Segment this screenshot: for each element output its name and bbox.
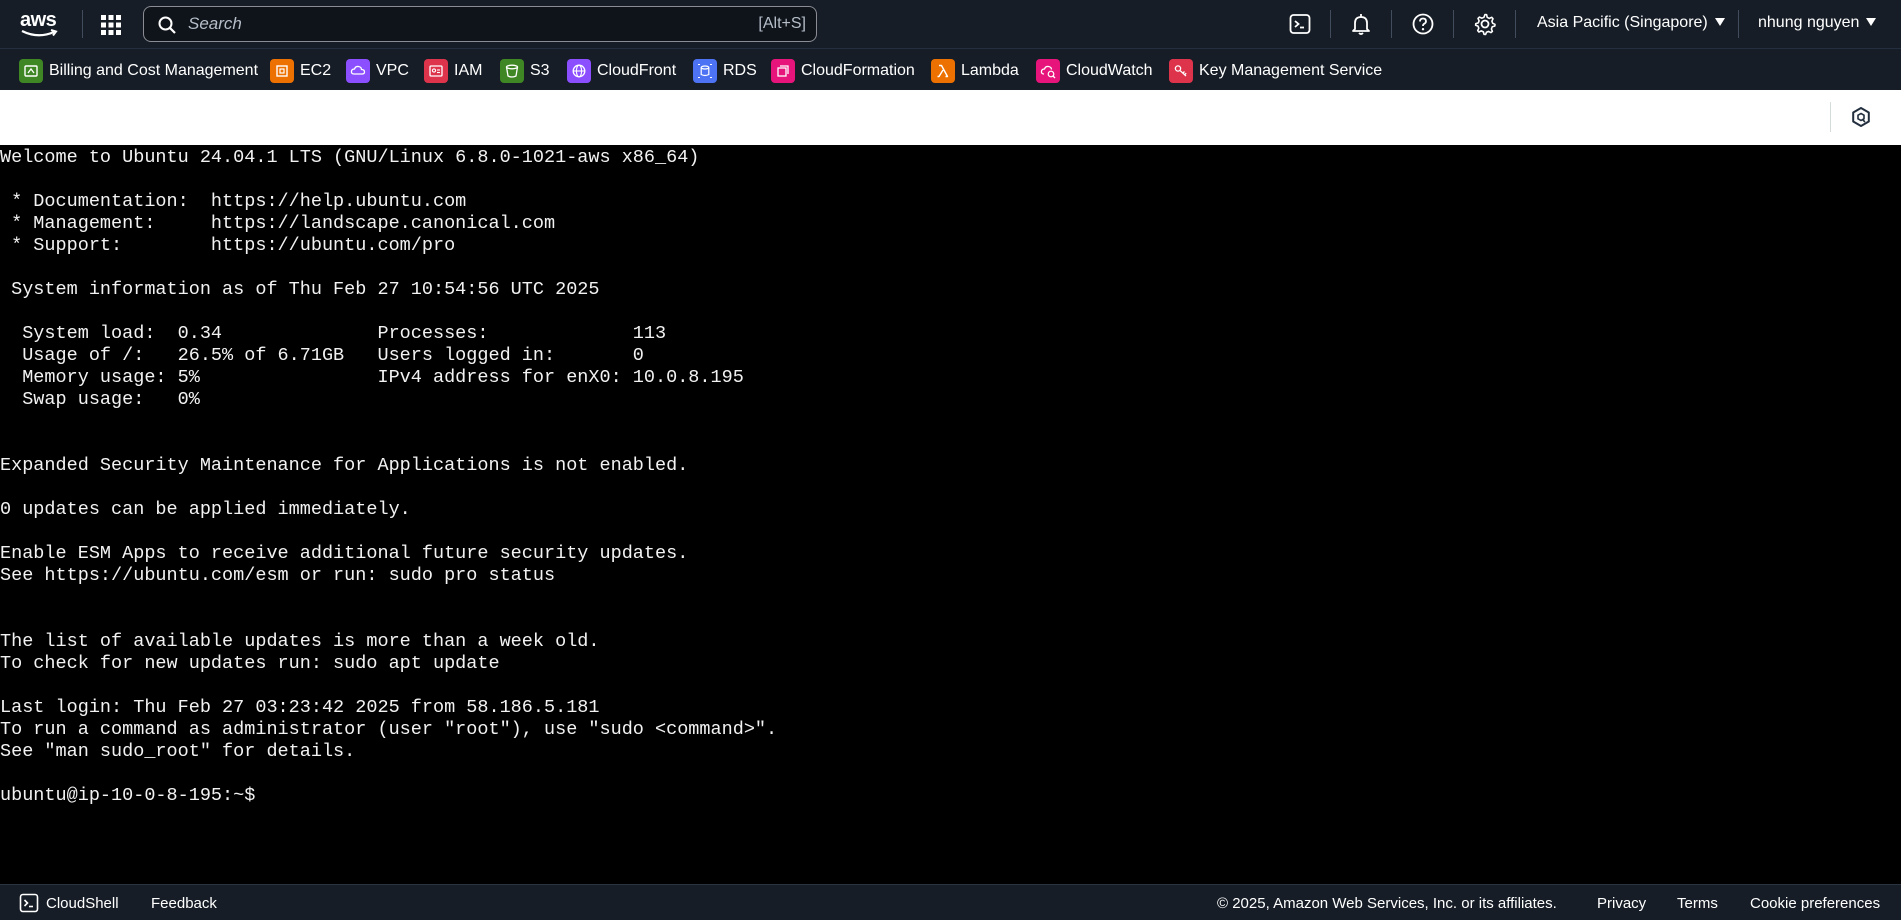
caret-down-icon: [1866, 18, 1877, 26]
nav-divider: [1453, 10, 1454, 38]
terminal-line: See "man sudo_root" for details.: [0, 741, 356, 762]
favorite-label: CloudFront: [597, 62, 677, 79]
top-navigation: aws [Alt+S]: [0, 0, 1901, 48]
terminal-output[interactable]: Welcome to Ubuntu 24.04.1 LTS (GNU/Linux…: [0, 145, 1901, 884]
lambda-icon: [931, 59, 955, 83]
favorite-label: CloudFormation: [801, 62, 915, 79]
favorite-cloudformation[interactable]: CloudFormation: [771, 59, 915, 83]
cloudfront-globe-icon: [567, 59, 591, 83]
nav-divider: [1515, 10, 1516, 38]
favorite-kms[interactable]: Key Management Service: [1169, 59, 1382, 83]
favorite-label: Billing and Cost Management: [49, 62, 259, 79]
amazon-q-hexagon-icon[interactable]: [1850, 106, 1872, 128]
region-label: Asia Pacific (Singapore): [1537, 14, 1708, 31]
favorite-label: VPC: [376, 62, 409, 79]
search-shortcut-hint: [Alt+S]: [758, 15, 806, 32]
favorite-label: CloudWatch: [1066, 62, 1153, 79]
notifications-bell-icon[interactable]: [1349, 12, 1373, 36]
vpc-service-icon: [346, 59, 370, 83]
favorite-rds[interactable]: RDS: [693, 59, 757, 83]
cloudformation-icon: [771, 59, 795, 83]
header-divider: [1830, 102, 1831, 132]
terminal-line: ubuntu@ip-10-0-8-195:~$: [0, 785, 256, 806]
search-box[interactable]: [Alt+S]: [143, 6, 817, 42]
terminal-line: Memory usage: 5% IPv4 address for enX0: …: [0, 367, 744, 388]
terminal-line: Enable ESM Apps to receive additional fu…: [0, 543, 689, 564]
terminal-line: The list of available updates is more th…: [0, 631, 600, 652]
favorite-label: S3: [530, 62, 550, 79]
favorite-cloudwatch[interactable]: CloudWatch: [1036, 59, 1153, 83]
terminal-line: See https://ubuntu.com/esm or run: sudo …: [0, 565, 556, 586]
favorite-label: Lambda: [961, 62, 1019, 79]
copyright-text: © 2025, Amazon Web Services, Inc. or its…: [1217, 895, 1557, 912]
nav-divider: [1330, 10, 1331, 38]
terminal-line: * Management: https://landscape.canonica…: [0, 213, 556, 234]
favorite-label: Key Management Service: [1199, 62, 1383, 79]
iam-service-icon: [424, 59, 448, 83]
cloudshell-icon[interactable]: [1288, 12, 1312, 36]
s3-bucket-icon: [500, 59, 524, 83]
favorite-billing[interactable]: Billing and Cost Management: [19, 59, 258, 83]
services-grid-icon[interactable]: [99, 13, 123, 37]
cookie-preferences-link[interactable]: Cookie preferences: [1750, 895, 1880, 912]
favorites-bar: Billing and Cost Management EC2 VPC IAM …: [0, 48, 1901, 90]
terminal-line: * Documentation: https://help.ubuntu.com: [0, 191, 467, 212]
kms-key-icon: [1169, 59, 1193, 83]
favorite-label: RDS: [723, 62, 757, 79]
terminal-line: Welcome to Ubuntu 24.04.1 LTS (GNU/Linux…: [0, 147, 700, 168]
terminal-line: System load: 0.34 Processes: 113: [0, 323, 667, 344]
terminal-line: Usage of /: 26.5% of 6.71GB Users logged…: [0, 345, 644, 366]
billing-service-icon: [19, 59, 43, 83]
nav-divider: [82, 10, 83, 38]
nav-divider: [1738, 10, 1739, 38]
help-icon[interactable]: [1411, 12, 1435, 36]
privacy-link[interactable]: Privacy: [1597, 895, 1646, 912]
terminal-line: To check for new updates run: sudo apt u…: [0, 653, 500, 674]
favorite-iam[interactable]: IAM: [424, 59, 482, 83]
terminal-line: 0 updates can be applied immediately.: [0, 499, 411, 520]
feedback-link[interactable]: Feedback: [151, 895, 217, 912]
favorite-ec2[interactable]: EC2: [270, 59, 331, 83]
caret-down-icon: [1714, 18, 1725, 26]
rds-database-icon: [693, 59, 717, 83]
terminal-line: Expanded Security Maintenance for Applic…: [0, 455, 689, 476]
terminal-line: * Support: https://ubuntu.com/pro: [0, 235, 456, 256]
cloudwatch-icon: [1036, 59, 1060, 83]
favorite-cloudfront[interactable]: CloudFront: [567, 59, 676, 83]
terminal-line: To run a command as administrator (user …: [0, 719, 778, 740]
favorite-s3[interactable]: S3: [500, 59, 550, 83]
search-input[interactable]: [188, 13, 688, 35]
favorite-label: EC2: [300, 62, 332, 79]
cloudshell-footer-icon[interactable]: [19, 893, 39, 913]
account-menu[interactable]: nhung nguyen: [1758, 14, 1877, 32]
settings-gear-icon[interactable]: [1473, 12, 1497, 36]
ec2-service-icon: [270, 59, 294, 83]
terminal-line: Last login: Thu Feb 27 03:23:42 2025 fro…: [0, 697, 600, 718]
console-footer: CloudShell Feedback © 2025, Amazon Web S…: [0, 884, 1901, 920]
account-name: nhung nguyen: [1758, 14, 1860, 31]
terminal-line: Swap usage: 0%: [0, 389, 200, 410]
search-icon: [158, 16, 176, 34]
aws-logo[interactable]: aws: [18, 9, 62, 39]
favorite-lambda[interactable]: Lambda: [931, 59, 1019, 83]
cloudshell-footer-button[interactable]: CloudShell: [46, 895, 119, 912]
favorite-label: IAM: [454, 62, 483, 79]
region-selector[interactable]: Asia Pacific (Singapore): [1537, 14, 1725, 32]
favorite-vpc[interactable]: VPC: [346, 59, 409, 83]
aws-smile-icon: [21, 29, 58, 37]
terms-link[interactable]: Terms: [1677, 895, 1718, 912]
terminal-line: System information as of Thu Feb 27 10:5…: [0, 279, 600, 300]
cloudshell-panel-header: [0, 90, 1901, 145]
nav-divider: [1391, 10, 1392, 38]
